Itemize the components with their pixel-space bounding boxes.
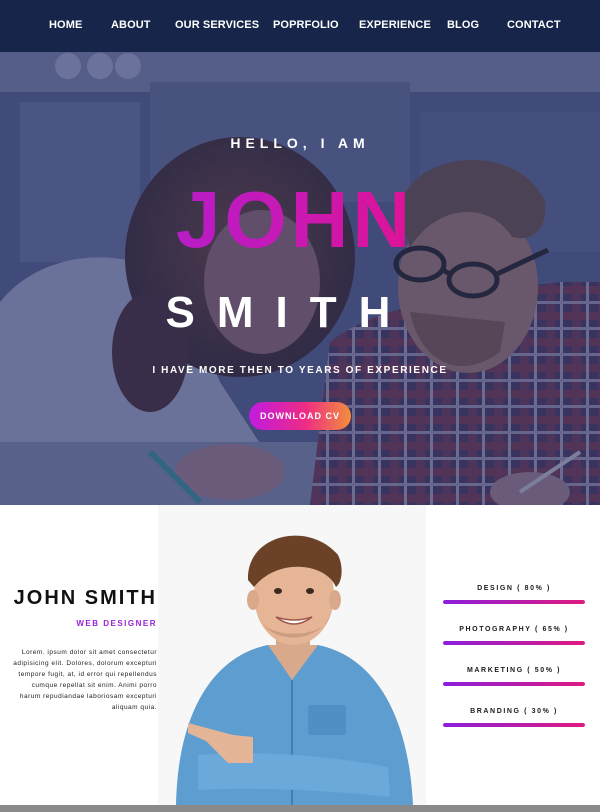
nav-item-about[interactable]: ABOUT — [111, 19, 151, 31]
top-navigation-bar: HOME ABOUT OUR SERVICES POPRFOLIO EXPERI… — [0, 0, 600, 52]
hero-first-name: JOHN — [0, 180, 590, 260]
skill-bar-branding — [443, 723, 585, 727]
about-role: WEB DESIGNER — [76, 619, 157, 628]
hero-greeting: HELLO, I AM — [230, 135, 370, 151]
hero-last-name: SMITH — [165, 288, 413, 337]
nav-item-our-services[interactable]: OUR SERVICES — [175, 19, 259, 31]
nav-item-home[interactable]: HOME — [49, 19, 82, 31]
skill-fill-branding — [443, 723, 585, 727]
skill-bar-design — [443, 600, 585, 604]
skill-bar-marketing — [443, 682, 585, 686]
skill-label-photography: PHOTOGRAPHY ( 65% ) — [459, 626, 569, 633]
nav-item-experience[interactable]: EXPERIENCE — [359, 19, 431, 31]
skill-fill-photography — [443, 641, 585, 645]
hero-section: HELLO, I AM JOHN SMITH I HAVE MORE THEN … — [0, 52, 600, 505]
nav-item-contact[interactable]: CONTACT — [507, 19, 561, 31]
hero-tagline: I HAVE MORE THEN TO YEARS OF EXPERIENCE — [152, 365, 448, 376]
about-name-heading: JOHN SMITH — [13, 587, 157, 609]
hero-color-overlay — [0, 52, 600, 505]
footer-strip — [0, 805, 600, 812]
skill-label-design: DESIGN ( 80% ) — [477, 585, 551, 592]
profile-photo — [158, 505, 426, 805]
nav-menu: HOME ABOUT OUR SERVICES POPRFOLIO EXPERI… — [0, 0, 600, 52]
skill-label-marketing: MARKETING ( 50% ) — [466, 667, 562, 674]
skill-fill-marketing — [443, 682, 585, 686]
about-section: JOHN SMITH WEB DESIGNER Lorem. ipsum dol… — [0, 505, 600, 805]
nav-item-portfolio[interactable]: POPRFOLIO — [273, 19, 339, 31]
about-bio-text: Lorem. ipsum dolor sit amet consectetur … — [13, 649, 157, 711]
skill-bar-photography — [443, 641, 585, 645]
skill-label-branding: BRANDING ( 30% ) — [470, 708, 558, 715]
download-cv-button[interactable]: DOWNLOAD CV — [249, 402, 351, 430]
nav-item-blog[interactable]: BLOG — [447, 19, 479, 31]
skill-fill-design — [443, 600, 585, 604]
